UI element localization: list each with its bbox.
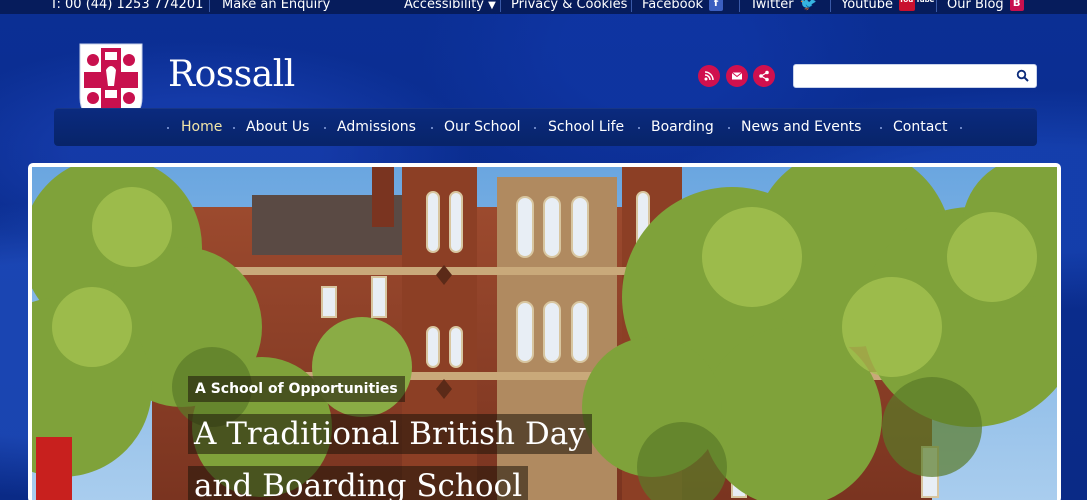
facebook-icon: f <box>709 0 724 11</box>
facebook-label: Facebook <box>642 0 704 12</box>
youtube-icon: You Tube <box>899 0 934 11</box>
facebook-link[interactable]: Facebook f <box>642 0 724 14</box>
nav-separator <box>880 127 882 129</box>
nav-item-our-school[interactable]: Our School <box>444 119 521 135</box>
email-button[interactable] <box>726 65 748 87</box>
youtube-link[interactable]: Youtube You Tube <box>841 0 934 14</box>
nav-separator <box>638 127 640 129</box>
nav-separator <box>233 127 235 129</box>
chevron-down-icon: ▼ <box>488 0 496 11</box>
nav-separator <box>728 127 730 129</box>
nav-item-admissions[interactable]: Admissions <box>337 119 416 135</box>
search-input[interactable] <box>794 65 1008 87</box>
search-box <box>793 64 1037 88</box>
nav-separator <box>324 127 326 129</box>
site-title[interactable]: Rossall <box>168 54 295 95</box>
hero-kicker: A School of Opportunities <box>188 376 405 402</box>
blog-label: Our Blog <box>947 0 1004 12</box>
hero-headline-text: A Traditional British Day and Boarding S… <box>188 414 592 500</box>
nav-item-news-and-events[interactable]: News and Events <box>741 119 861 135</box>
nav-separator <box>960 127 962 129</box>
twitter-link[interactable]: Twitter 🐦 <box>750 0 818 14</box>
divider <box>739 0 740 12</box>
blog-icon: B <box>1009 0 1024 11</box>
privacy-cookies-link[interactable]: Privacy & Cookies <box>511 0 627 14</box>
make-enquiry-link[interactable]: Make an Enquiry <box>222 0 330 14</box>
youtube-label: Youtube <box>841 0 893 12</box>
divider <box>631 0 632 12</box>
main-navigation: Home About Us Admissions Our School Scho… <box>54 108 1037 146</box>
hero-headline: A Traditional British Day and Boarding S… <box>188 408 608 500</box>
nav-separator <box>534 127 536 129</box>
nav-separator <box>431 127 433 129</box>
utility-bar: T: 00 (44) 1253 774201 Make an Enquiry A… <box>0 0 1087 14</box>
nav-item-boarding[interactable]: Boarding <box>651 119 714 135</box>
twitter-label: Twitter <box>750 0 794 12</box>
twitter-icon: 🐦 <box>799 0 818 12</box>
rss-button[interactable] <box>698 65 720 87</box>
accessibility-menu[interactable]: Accessibility ▼ <box>404 0 496 15</box>
nav-item-home[interactable]: Home <box>181 119 222 135</box>
blog-link[interactable]: Our Blog B <box>947 0 1024 14</box>
accessibility-label: Accessibility <box>404 0 484 12</box>
nav-separator <box>167 127 169 129</box>
nav-item-contact[interactable]: Contact <box>893 119 947 135</box>
divider <box>936 0 937 12</box>
divider <box>830 0 831 12</box>
divider <box>209 0 210 12</box>
nav-item-about-us[interactable]: About Us <box>246 119 309 135</box>
search-icon[interactable] <box>1016 69 1030 83</box>
share-icon <box>759 70 769 82</box>
nav-item-school-life[interactable]: School Life <box>548 119 624 135</box>
rss-icon <box>704 71 714 81</box>
phone-number: T: 00 (44) 1253 774201 <box>50 0 204 12</box>
divider <box>500 0 501 12</box>
share-button[interactable] <box>753 65 775 87</box>
email-icon <box>731 72 743 80</box>
